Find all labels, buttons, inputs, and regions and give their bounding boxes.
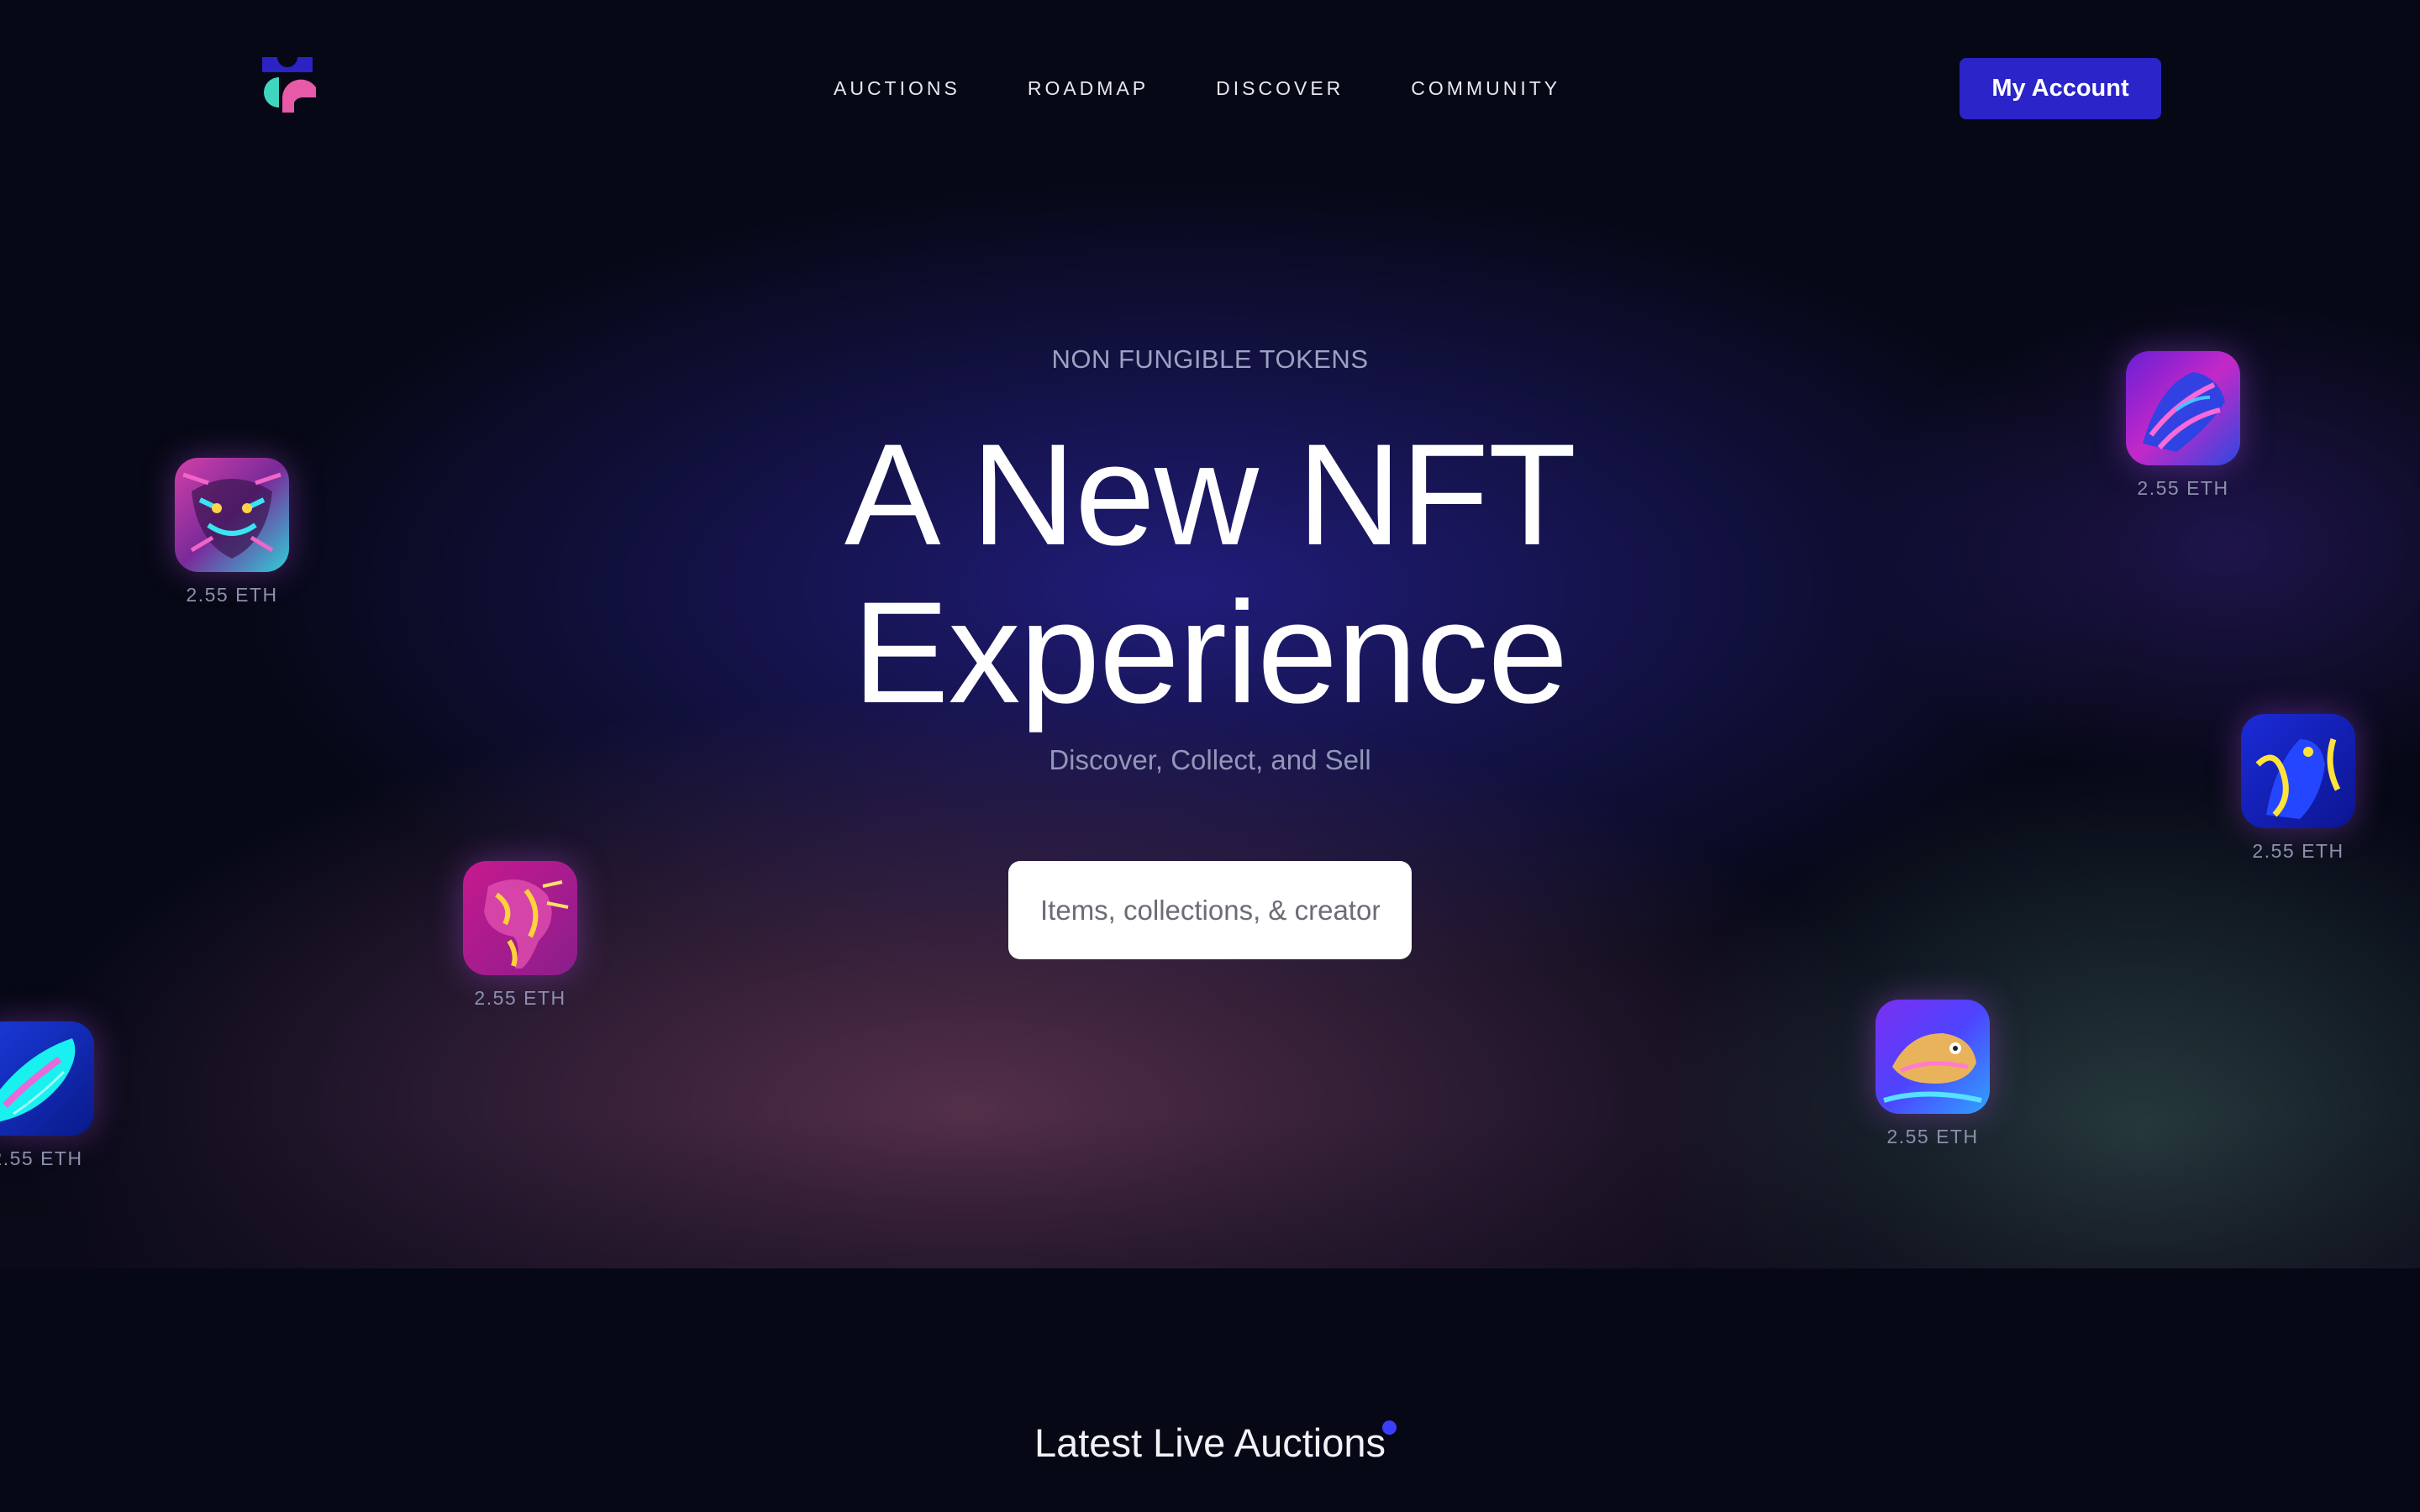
nft-price-wolf: 2.55 ETH xyxy=(2137,477,2229,499)
elephant-art-icon xyxy=(463,861,577,975)
nft-thumb-wolf[interactable] xyxy=(2126,351,2240,465)
page: AUCTIONS ROADMAP DISCOVER COMMUNITY My A… xyxy=(0,0,2420,1512)
bird-art-icon xyxy=(2241,714,2355,828)
nft-price-bird: 2.55 ETH xyxy=(2252,840,2344,862)
nav-link-discover[interactable]: DISCOVER xyxy=(1216,76,1344,101)
nft-price-frog: 2.55 ETH xyxy=(1886,1126,1979,1147)
live-indicator-dot xyxy=(1382,1420,1397,1435)
hero-headline: A New NFT Experience xyxy=(0,416,2420,732)
hero-subhead: Discover, Collect, and Sell xyxy=(1049,744,1371,775)
nft-thumb-frog[interactable] xyxy=(1876,1000,1990,1114)
hero-section: AUCTIONS ROADMAP DISCOVER COMMUNITY My A… xyxy=(0,0,2420,1268)
nav-link-auctions[interactable]: AUCTIONS xyxy=(834,76,960,101)
nft-price-elephant: 2.55 ETH xyxy=(474,987,566,1009)
nft-card-bird[interactable]: 2.55 ETH xyxy=(2214,714,2382,863)
nft-card-frog[interactable]: 2.55 ETH xyxy=(1849,1000,2017,1148)
search-input[interactable] xyxy=(1008,861,1412,959)
whale-art-icon xyxy=(0,1021,94,1136)
nft-thumb-elephant[interactable] xyxy=(463,861,577,975)
wolf-art-icon xyxy=(2126,351,2240,465)
nft-card-tiger[interactable]: 2.55 ETH xyxy=(148,458,316,606)
nft-thumb-tiger[interactable] xyxy=(175,458,289,572)
frog-art-icon xyxy=(1876,1000,1990,1114)
hero-headline-line2: Experience xyxy=(852,572,1569,733)
hero-eyebrow: NON FUNGIBLE TOKENS xyxy=(1051,344,1369,374)
my-account-button[interactable]: My Account xyxy=(1960,58,2161,119)
tiger-art-icon xyxy=(175,458,289,572)
nft-price-whale: 2.55 ETH xyxy=(0,1147,83,1169)
nav-links: AUCTIONS ROADMAP DISCOVER COMMUNITY xyxy=(834,76,1560,101)
nft-card-wolf[interactable]: 2.55 ETH xyxy=(2099,351,2267,500)
brand-logo-icon xyxy=(262,57,316,113)
hero-headline-line1: A New NFT xyxy=(844,414,1576,575)
nft-card-whale[interactable]: 2.55 ETH xyxy=(0,1021,121,1170)
nft-thumb-bird[interactable] xyxy=(2241,714,2355,828)
section-title-live-auctions: Latest Live Auctions xyxy=(1034,1420,1386,1465)
nft-thumb-whale[interactable] xyxy=(0,1021,94,1136)
brand-logo[interactable] xyxy=(257,54,318,114)
nav-link-roadmap[interactable]: ROADMAP xyxy=(1028,76,1149,101)
nav-link-community[interactable]: COMMUNITY xyxy=(1411,76,1560,101)
nft-card-elephant[interactable]: 2.55 ETH xyxy=(436,861,604,1010)
hero-bottom-fade xyxy=(0,1117,2420,1268)
top-nav: AUCTIONS ROADMAP DISCOVER COMMUNITY My A… xyxy=(0,0,2420,176)
nft-price-tiger: 2.55 ETH xyxy=(186,584,278,606)
